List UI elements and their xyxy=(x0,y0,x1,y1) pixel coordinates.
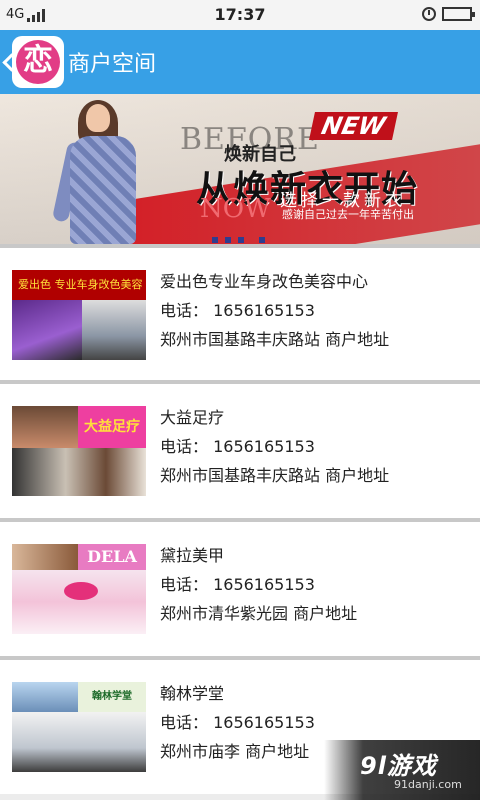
carousel-indicator[interactable] xyxy=(212,237,265,243)
merchant-phone[interactable]: 电话： 1656165153 xyxy=(160,709,315,733)
watermark-url: 91danji.com xyxy=(394,778,462,791)
merchant-phone[interactable]: 电话： 1656165153 xyxy=(160,571,315,595)
carousel-dot[interactable] xyxy=(259,237,265,243)
carousel-dot[interactable] xyxy=(225,237,231,243)
list-item[interactable]: 大益足疗 大益足疗 电话： 1656165153 郑州市国基路丰庆路站 商户地址 xyxy=(0,384,480,518)
thumb-label: 大益足疗 xyxy=(78,406,146,448)
merchant-thumbnail: 大益足疗 xyxy=(12,406,146,496)
title-bar: 恋 商户空间 xyxy=(0,30,480,94)
merchant-address: 郑州市庙李 商户地址 xyxy=(160,742,310,761)
merchant-name: 黛拉美甲 xyxy=(160,546,225,565)
thumb-label: DELA xyxy=(78,544,146,570)
banner-caption: 感谢自己过去一年辛苦付出 xyxy=(282,208,414,221)
banner-new-tag: NEW xyxy=(309,112,398,140)
carousel-dot[interactable] xyxy=(212,237,218,243)
list-item[interactable]: 爱出色 专业车身改色美容中心 爱出色专业车身改色美容中心 电话： 1656165… xyxy=(0,248,480,382)
watermark-logo-text: 9l游戏 xyxy=(360,752,437,780)
page-title: 商户空间 xyxy=(68,52,157,77)
merchant-thumbnail: 翰林学堂 xyxy=(12,682,146,772)
battery-icon xyxy=(442,7,475,21)
thumb-label: 爱出色 专业车身改色美容中心 xyxy=(12,270,146,321)
merchant-address: 郑州市国基路丰庆路站 商户地址 xyxy=(160,330,390,349)
merchant-address: 郑州市国基路丰庆路站 商户地址 xyxy=(160,466,390,485)
thumb-label: 翰林学堂 xyxy=(78,682,146,712)
status-bar: 4G 17:37 xyxy=(0,0,480,30)
alarm-icon xyxy=(422,7,436,21)
banner-now-text: NOW xyxy=(200,194,271,224)
merchant-name: 大益足疗 xyxy=(160,408,225,427)
logo-glyph: 恋 xyxy=(16,40,60,84)
merchant-name: 翰林学堂 xyxy=(160,684,225,703)
list-item[interactable]: DELA 黛拉美甲 电话： 1656165153 郑州市清华紫光园 商户地址 xyxy=(0,522,480,656)
carousel-dot[interactable] xyxy=(238,237,244,243)
merchant-address: 郑州市清华紫光园 商户地址 xyxy=(160,604,358,623)
merchant-thumbnail: DELA xyxy=(12,544,146,634)
merchant-name: 爱出色专业车身改色美容中心 xyxy=(160,272,369,291)
merchant-phone[interactable]: 电话： 1656165153 xyxy=(160,433,315,457)
back-arrow-icon[interactable] xyxy=(2,48,12,76)
app-logo[interactable]: 恋 xyxy=(12,36,64,88)
model-figure xyxy=(51,100,148,244)
promo-banner[interactable]: BEFORE NEW 焕新自己 从焕新衣开始 NOW 选择一款新衣 感谢自己过去… xyxy=(0,94,480,244)
clock: 17:37 xyxy=(214,5,266,24)
watermark: 9l游戏 91danji.com xyxy=(324,740,480,800)
merchant-phone[interactable]: 电话： 1656165153 xyxy=(160,297,315,321)
merchant-thumbnail: 爱出色 专业车身改色美容中心 xyxy=(12,270,146,360)
